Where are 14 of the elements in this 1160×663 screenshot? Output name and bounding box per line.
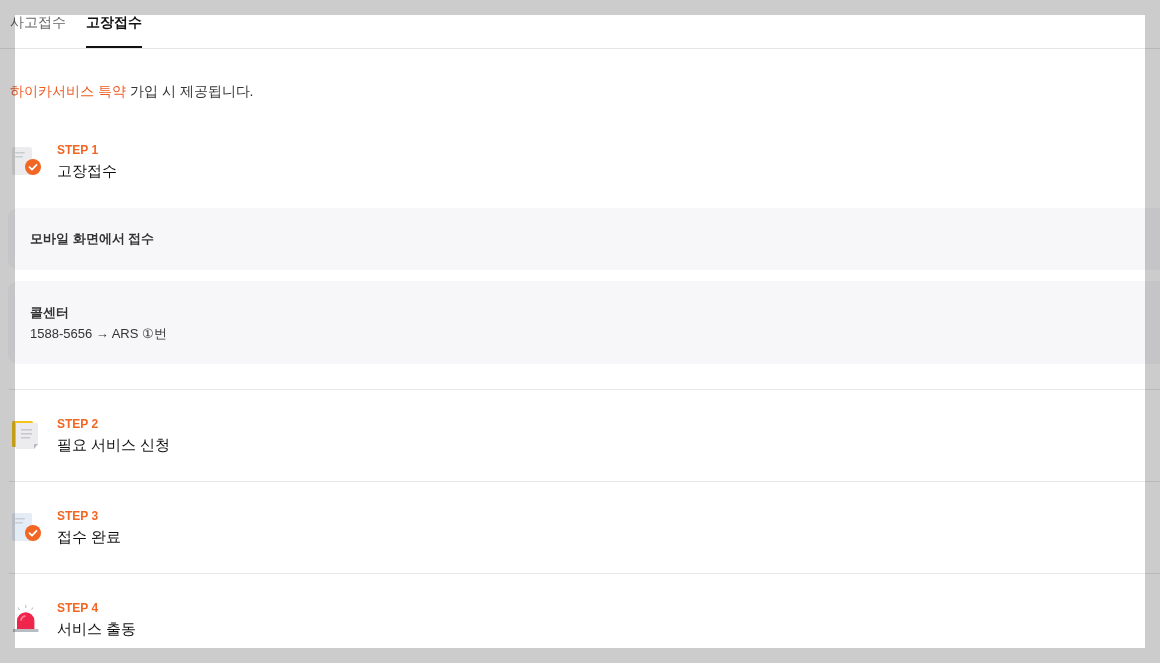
step-label: STEP 3 bbox=[57, 508, 99, 524]
method-detail: 1588-5656 → ARS ①번 bbox=[30, 325, 168, 343]
step-title: 접수 완료 bbox=[57, 527, 122, 547]
method-title: 모바일 화면에서 접수 bbox=[30, 230, 155, 248]
step-label: STEP 4 bbox=[57, 600, 99, 616]
tab[interactable]: 고장접수 bbox=[86, 0, 142, 48]
notice-text: 하이카서비스 특약 가입 시 제공됩니다. bbox=[10, 82, 254, 101]
tab[interactable]: 사고접수 bbox=[10, 0, 66, 48]
step-title: 필요 서비스 신청 bbox=[57, 435, 171, 455]
step-title: 서비스 출동 bbox=[57, 619, 137, 639]
step-title: 고장접수 bbox=[57, 161, 117, 181]
method-title: 콜센터 bbox=[30, 304, 69, 322]
step-label: STEP 1 bbox=[57, 142, 99, 158]
step-label: STEP 2 bbox=[57, 416, 99, 432]
